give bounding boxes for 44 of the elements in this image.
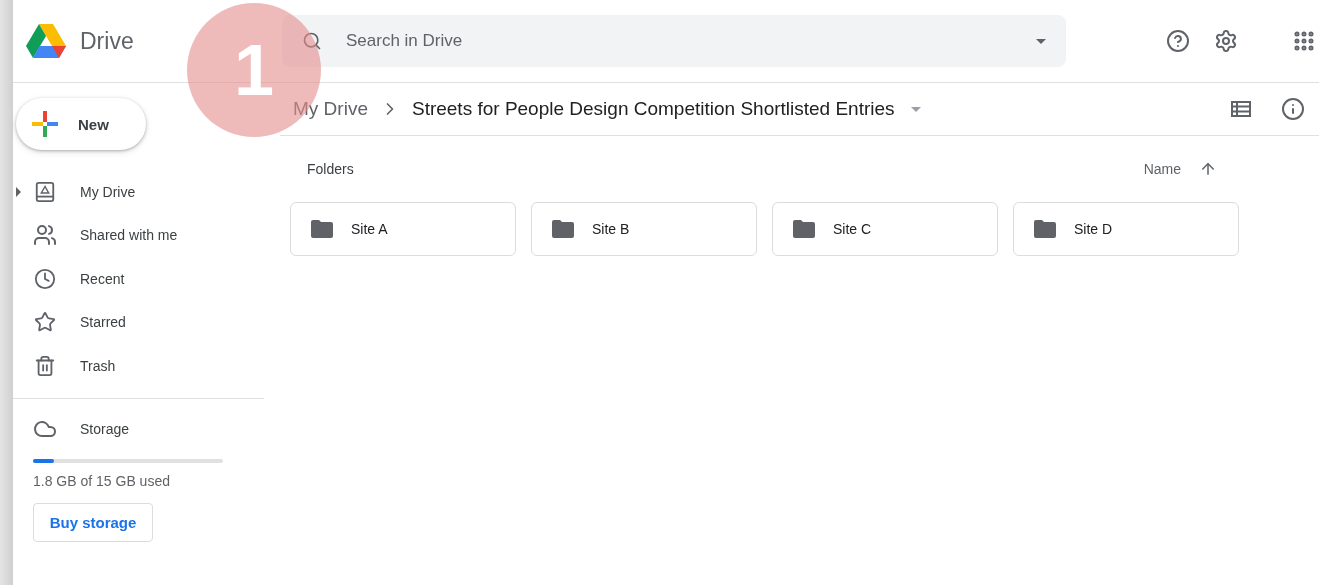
sort-label[interactable]: Name [1143,161,1181,177]
help-icon[interactable] [1166,29,1190,53]
drive-logo-icon [26,23,66,59]
search-icon [302,31,322,51]
folder-name: Site D [1074,221,1113,237]
nav-icon [33,267,57,290]
sidebar-item[interactable]: Starred [13,300,264,344]
search-bar[interactable]: Search in Drive [282,15,1066,67]
dropdown-caret-icon[interactable] [910,106,921,112]
folder-name: Site A [351,221,388,237]
sidebar-item[interactable]: My Drive [13,170,264,214]
storage-item[interactable]: Storage [13,408,264,449]
folder-icon [311,220,333,238]
nav-icon [33,354,57,377]
breadcrumb-link[interactable]: Streets for People Design Competition Shortlisted Entries [411,98,895,120]
folder-card[interactable]: Site A [290,202,516,256]
info-icon[interactable] [1281,97,1305,121]
sidebar-item[interactable]: Recent [13,257,264,301]
new-button[interactable]: New [16,98,146,150]
storage-usage: 1.8 GB of 15 GB used [33,472,171,489]
section-heading: Folders [307,161,354,177]
dropdown-caret-icon[interactable] [1036,38,1046,44]
nav-icon [33,311,57,334]
settings-icon[interactable] [1214,29,1238,53]
folder-icon [552,220,574,238]
folder-card[interactable]: Site B [531,202,757,256]
folder-icon [1034,220,1056,238]
buy-storage-button[interactable]: Buy storage [33,502,153,542]
folder-card[interactable]: Site C [772,202,998,256]
sidebar-item[interactable]: Trash [13,344,264,388]
app-name: Drive [80,27,134,55]
apps-grid-icon[interactable] [1292,29,1316,53]
search-field[interactable]: Search in Drive [344,30,1014,52]
folder-name: Site C [833,221,872,237]
breadcrumb-link[interactable]: My Drive [293,98,368,120]
expand-caret-icon[interactable] [16,186,21,197]
nav-icon [33,223,57,248]
plus-icon [32,111,58,137]
folder-card[interactable]: Site D [1013,202,1239,256]
list-view-icon[interactable] [1231,101,1251,117]
folder-icon [793,220,815,238]
folder-name: Site B [592,221,630,237]
nav-icon [33,180,57,203]
sidebar-item[interactable]: Shared with me [13,213,264,257]
